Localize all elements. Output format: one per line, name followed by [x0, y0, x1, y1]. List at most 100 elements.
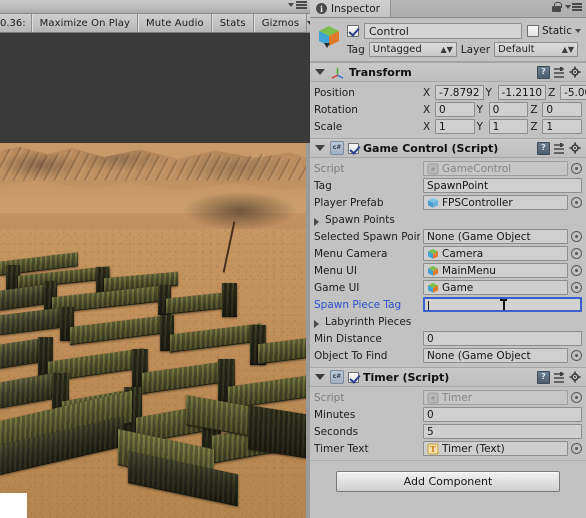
scale-x-value: 1	[439, 120, 446, 133]
seconds-value: 5	[427, 425, 434, 438]
shadowed-hill	[180, 191, 310, 233]
menu-ui-field[interactable]: MainMenu	[423, 263, 568, 278]
updown-arrows-icon: ▲▼	[440, 44, 453, 54]
svg-text:#: #	[430, 166, 435, 173]
position-z-value: -5.0035	[564, 86, 586, 99]
object-picker-icon[interactable]	[571, 282, 582, 293]
game-ui-value: Game	[442, 281, 474, 294]
minutes-input[interactable]: 0	[423, 407, 582, 422]
labyrinth-maze	[0, 221, 310, 518]
inspector-panel: i Inspector Control Static Tag Untagged …	[310, 0, 586, 518]
rotation-x-input[interactable]: 0	[435, 102, 475, 117]
game-view-render[interactable]	[0, 33, 310, 518]
hamburger-menu-icon	[572, 3, 582, 11]
add-component-button[interactable]: Add Component	[336, 471, 560, 492]
lock-icon[interactable]	[552, 2, 562, 12]
game-control-enabled-checkbox[interactable]	[348, 142, 359, 154]
tab-inspector[interactable]: i Inspector	[310, 0, 391, 17]
component-transform: Transform ? Position X -7.8792 Y -1.2110…	[310, 62, 586, 138]
position-z-input[interactable]: -5.0035	[560, 85, 586, 100]
static-checkbox[interactable]	[526, 25, 539, 37]
foldout-arrow-icon[interactable]	[315, 374, 325, 380]
game-view-options-menu[interactable]	[288, 1, 307, 9]
label-player-prefab: Player Prefab	[314, 196, 384, 209]
scale-y-input[interactable]: 1	[488, 119, 529, 134]
foldout-arrow-icon[interactable]	[314, 217, 319, 226]
inspector-footer: Add Component	[310, 460, 586, 500]
preset-icon[interactable]	[553, 66, 566, 79]
object-picker-icon[interactable]	[571, 231, 582, 242]
object-picker-icon[interactable]	[571, 350, 582, 361]
object-picker-icon[interactable]	[571, 443, 582, 454]
game-ui-field[interactable]: Game	[423, 280, 568, 295]
row-scale: Scale X 1 Y 1 Z 1	[314, 118, 583, 135]
tag-dropdown[interactable]: Untagged ▲▼	[368, 42, 457, 57]
row-selected-spawn-point: Selected Spawn Poir None (Game Object	[314, 228, 582, 245]
gameobject-header: Control Static Tag Untagged ▲▼ Layer Def…	[310, 18, 586, 62]
component-header-game-control[interactable]: c# Game Control (Script) ?	[310, 139, 586, 158]
seconds-input[interactable]: 5	[423, 424, 582, 439]
gizmos-button[interactable]: Gizmos	[253, 14, 308, 32]
position-y-value: -1.2110	[501, 86, 543, 99]
gear-icon[interactable]	[569, 371, 582, 384]
help-icon[interactable]: ?	[537, 65, 550, 79]
row-spawn-points[interactable]: Spawn Points	[314, 211, 582, 228]
min-distance-value: 0	[427, 332, 434, 345]
maximize-on-play-button[interactable]: Maximize On Play	[31, 14, 139, 32]
timer-enabled-checkbox[interactable]	[348, 371, 359, 383]
help-icon[interactable]: ?	[537, 141, 550, 155]
object-to-find-field[interactable]: None (Game Object	[423, 348, 568, 363]
object-picker-icon[interactable]	[571, 265, 582, 276]
preset-icon[interactable]	[553, 371, 566, 384]
min-distance-input[interactable]: 0	[423, 331, 582, 346]
preset-icon[interactable]	[553, 142, 566, 155]
static-dropdown-arrow[interactable]	[575, 29, 581, 33]
axis-y-label: Y	[485, 86, 492, 99]
layer-value: Default	[498, 44, 535, 55]
row-labyrinth-pieces[interactable]: Labyrinth Pieces	[314, 313, 582, 330]
object-picker-icon[interactable]	[571, 197, 582, 208]
gameobject-enabled-checkbox[interactable]	[347, 25, 359, 37]
rotation-y-input[interactable]: 0	[488, 102, 529, 117]
stats-button[interactable]: Stats	[211, 14, 254, 32]
inspector-context-menu-icon[interactable]	[565, 3, 582, 11]
help-icon[interactable]: ?	[537, 370, 550, 384]
tag-text-input[interactable]: SpawnPoint	[423, 178, 582, 193]
spawn-piece-tag-input[interactable]	[423, 297, 582, 312]
component-header-transform[interactable]: Transform ?	[310, 63, 586, 82]
gear-icon[interactable]	[569, 142, 582, 155]
inspector-tab-bar: i Inspector	[310, 0, 586, 18]
maximize-on-play-label: Maximize On Play	[39, 17, 131, 29]
label-labyrinth-pieces: Labyrinth Pieces	[314, 316, 420, 328]
label-timer-text: Timer Text	[314, 442, 369, 455]
gear-icon[interactable]	[569, 66, 582, 79]
selected-spawn-point-field[interactable]: None (Game Object	[423, 229, 568, 244]
script-value: GameControl	[442, 162, 512, 175]
row-rotation: Rotation X 0 Y 0 Z 0	[314, 101, 583, 118]
aspect-ratio-dropdown[interactable]: 0.36:	[0, 14, 32, 32]
player-prefab-field[interactable]: FPSController	[423, 195, 568, 210]
menu-camera-field[interactable]: Camera	[423, 246, 568, 261]
foldout-arrow-icon[interactable]	[315, 69, 325, 75]
chevron-down-icon	[565, 5, 571, 9]
position-y-input[interactable]: -1.2110	[497, 85, 547, 100]
foldout-arrow-icon[interactable]	[315, 145, 325, 151]
row-position: Position X -7.8792 Y -1.2110 Z -5.0035	[314, 84, 586, 101]
timer-script-value: Timer	[442, 391, 473, 404]
gameobject-name-input[interactable]: Control	[364, 23, 522, 39]
object-picker-icon[interactable]	[571, 248, 582, 259]
timer-text-field[interactable]: T Timer (Text)	[423, 441, 568, 456]
scale-x-input[interactable]: 1	[435, 119, 475, 134]
csharp-script-icon: c#	[330, 370, 344, 384]
rotation-z-input[interactable]: 0	[542, 102, 583, 117]
scale-z-input[interactable]: 1	[542, 119, 583, 134]
position-x-input[interactable]: -7.8792	[435, 85, 484, 100]
foldout-arrow-icon[interactable]	[314, 319, 319, 328]
component-header-timer[interactable]: c# Timer (Script) ?	[310, 368, 586, 387]
mute-audio-button[interactable]: Mute Audio	[138, 14, 212, 32]
label-menu-camera: Menu Camera	[314, 247, 388, 260]
layer-dropdown[interactable]: Default ▲▼	[494, 42, 579, 57]
row-min-distance: Min Distance 0	[314, 330, 582, 347]
axis-z-label: Z	[548, 86, 556, 99]
label-position: Position	[314, 86, 355, 99]
